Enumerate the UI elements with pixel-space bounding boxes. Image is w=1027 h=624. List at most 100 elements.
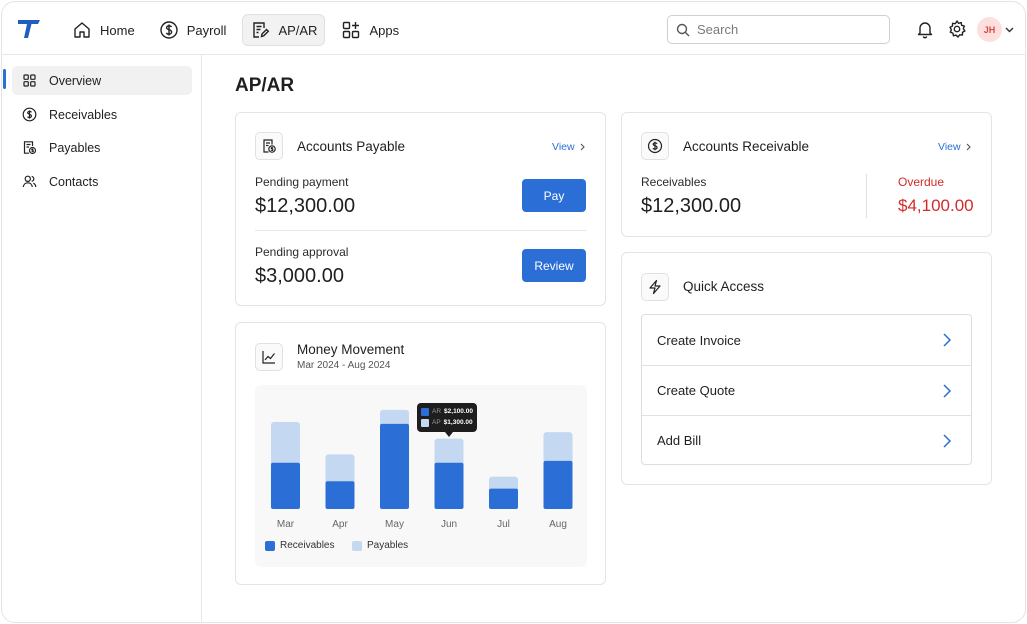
- bar-receivables-may[interactable]: [380, 423, 409, 509]
- search-icon: [676, 23, 690, 36]
- sidebar-item-label: Payables: [49, 140, 101, 155]
- card-title: Money Movement: [297, 342, 405, 357]
- chevron-right-icon: [966, 143, 971, 151]
- sidebar-item-overview[interactable]: Overview: [12, 66, 192, 95]
- quick-access-label: Add Bill: [657, 433, 702, 448]
- nav-apps-label: Apps: [369, 22, 400, 38]
- dollar-circle-icon: [22, 107, 37, 122]
- top-bar: Home Payroll AP/AR Apps JH: [2, 2, 1025, 55]
- x-tick-label: May: [385, 519, 404, 530]
- search-input[interactable]: [697, 22, 877, 37]
- bar-receivables-apr[interactable]: [325, 481, 355, 509]
- legend-payables: Payables: [352, 540, 408, 551]
- bar-receivables-mar[interactable]: [271, 462, 300, 509]
- nav-payroll[interactable]: Payroll: [151, 14, 235, 46]
- chevron-right-icon: [943, 333, 952, 347]
- ap-swatch: [421, 418, 429, 427]
- quick-access-label: Create Quote: [657, 383, 736, 398]
- x-tick-label: Mar: [277, 519, 295, 530]
- chart-tooltip: AR $2,100.00 AP $1,300.00: [417, 403, 477, 432]
- create-quote-item[interactable]: Create Quote: [642, 365, 971, 415]
- bar-receivables-aug[interactable]: [543, 460, 573, 509]
- pay-button[interactable]: Pay: [522, 179, 586, 212]
- view-label: View: [938, 141, 961, 153]
- sidebar-item-label: Contacts: [49, 174, 99, 189]
- view-label: View: [552, 141, 575, 153]
- people-icon: [22, 175, 37, 188]
- chevron-down-icon[interactable]: [1005, 25, 1014, 34]
- card-title: Accounts Payable: [297, 139, 406, 154]
- accounts-payable-card: Accounts Payable View Pending payment $1…: [235, 112, 606, 306]
- ar-swatch: [421, 407, 429, 416]
- app-window: Home Payroll AP/AR Apps JH: [1, 1, 1026, 623]
- tooltip-ap-key: AP: [432, 419, 441, 426]
- add-bill-item[interactable]: Add Bill: [642, 415, 971, 465]
- receivable-view-link[interactable]: View: [938, 141, 971, 153]
- tooltip-ap-value: $1,300.00: [443, 419, 473, 426]
- sidebar-item-payables[interactable]: Payables: [12, 133, 192, 162]
- page-title: AP/AR: [235, 75, 295, 96]
- x-tick-label: Apr: [332, 519, 348, 530]
- tooltip-ar-value: $2,100.00: [444, 408, 473, 415]
- document-pen-icon: [253, 22, 270, 38]
- sidebar-item-receivables[interactable]: Receivables: [12, 100, 192, 129]
- money-movement-card: Money Movement Mar 2024 - Aug 2024 Mar Ap…: [235, 322, 606, 585]
- apps-grid-icon: [343, 21, 360, 39]
- legend-swatch: [352, 540, 362, 551]
- pending-payment-label: Pending payment: [255, 175, 349, 189]
- card-subtitle: Mar 2024 - Aug 2024: [297, 360, 391, 371]
- pending-approval-amount: $3,000.00: [255, 265, 344, 287]
- chevron-right-icon: [580, 143, 585, 151]
- receivables-amount: $12,300.00: [641, 195, 742, 217]
- quick-access-card: Quick Access Create Invoice Create Quote…: [621, 252, 992, 485]
- pending-payment-amount: $12,300.00: [255, 195, 356, 217]
- bar-payables-aug[interactable]: [543, 432, 573, 465]
- bar-receivables-jul[interactable]: [489, 488, 518, 509]
- avatar[interactable]: JH: [977, 17, 1002, 42]
- card-title: Quick Access: [683, 279, 765, 294]
- overdue-amount: $4,100.00: [898, 196, 974, 215]
- nav-home-label: Home: [100, 22, 135, 38]
- divider: [866, 174, 867, 218]
- gear-icon[interactable]: [947, 19, 967, 39]
- nav-apps[interactable]: Apps: [333, 14, 407, 46]
- bar-payables-jun[interactable]: [434, 438, 464, 467]
- home-icon: [74, 22, 90, 38]
- legend-label: Receivables: [280, 540, 335, 551]
- sidebar: Overview Receivables Payables Contacts: [2, 55, 202, 622]
- search-box[interactable]: [667, 15, 890, 44]
- receivable-icon-box: [641, 132, 669, 160]
- bell-icon[interactable]: [915, 19, 935, 39]
- review-button[interactable]: Review: [522, 249, 586, 282]
- bar-receivables-jun[interactable]: [434, 462, 464, 509]
- main-nav: Home Payroll AP/AR Apps: [64, 14, 407, 46]
- payable-icon-box: [255, 132, 283, 160]
- divider: [255, 230, 586, 231]
- chart-area: Mar Apr May Jun Jul Aug AR $2,100.00 AP $1,30…: [255, 385, 587, 567]
- active-indicator: [3, 69, 6, 89]
- nav-payroll-label: Payroll: [186, 22, 227, 38]
- overdue-label: Overdue: [898, 175, 945, 189]
- line-chart-icon: [262, 351, 275, 364]
- bar-payables-mar[interactable]: [271, 421, 300, 467]
- sidebar-item-label: Overview: [49, 73, 102, 88]
- invoice-icon: [23, 141, 37, 155]
- nav-home[interactable]: Home: [64, 14, 143, 46]
- x-tick-label: Aug: [549, 519, 567, 530]
- lightning-icon: [649, 279, 661, 295]
- sidebar-item-contacts[interactable]: Contacts: [12, 167, 192, 196]
- logo-icon[interactable]: [17, 19, 41, 39]
- tooltip-ar-key: AR: [432, 408, 442, 415]
- bar-payables-apr[interactable]: [325, 454, 355, 486]
- pending-approval-label: Pending approval: [255, 245, 349, 259]
- x-tick-label: Jul: [497, 519, 510, 530]
- card-title: Accounts Receivable: [683, 139, 810, 154]
- x-tick-label: Jun: [441, 519, 457, 530]
- quick-access-list: Create Invoice Create Quote Add Bill: [641, 314, 972, 465]
- create-invoice-item[interactable]: Create Invoice: [642, 315, 971, 365]
- tooltip-arrow: [445, 432, 453, 437]
- nav-apar[interactable]: AP/AR: [242, 14, 326, 46]
- payable-view-link[interactable]: View: [552, 141, 585, 153]
- accounts-receivable-card: Accounts Receivable View Receivables $12…: [621, 112, 992, 237]
- legend-label: Payables: [367, 540, 409, 551]
